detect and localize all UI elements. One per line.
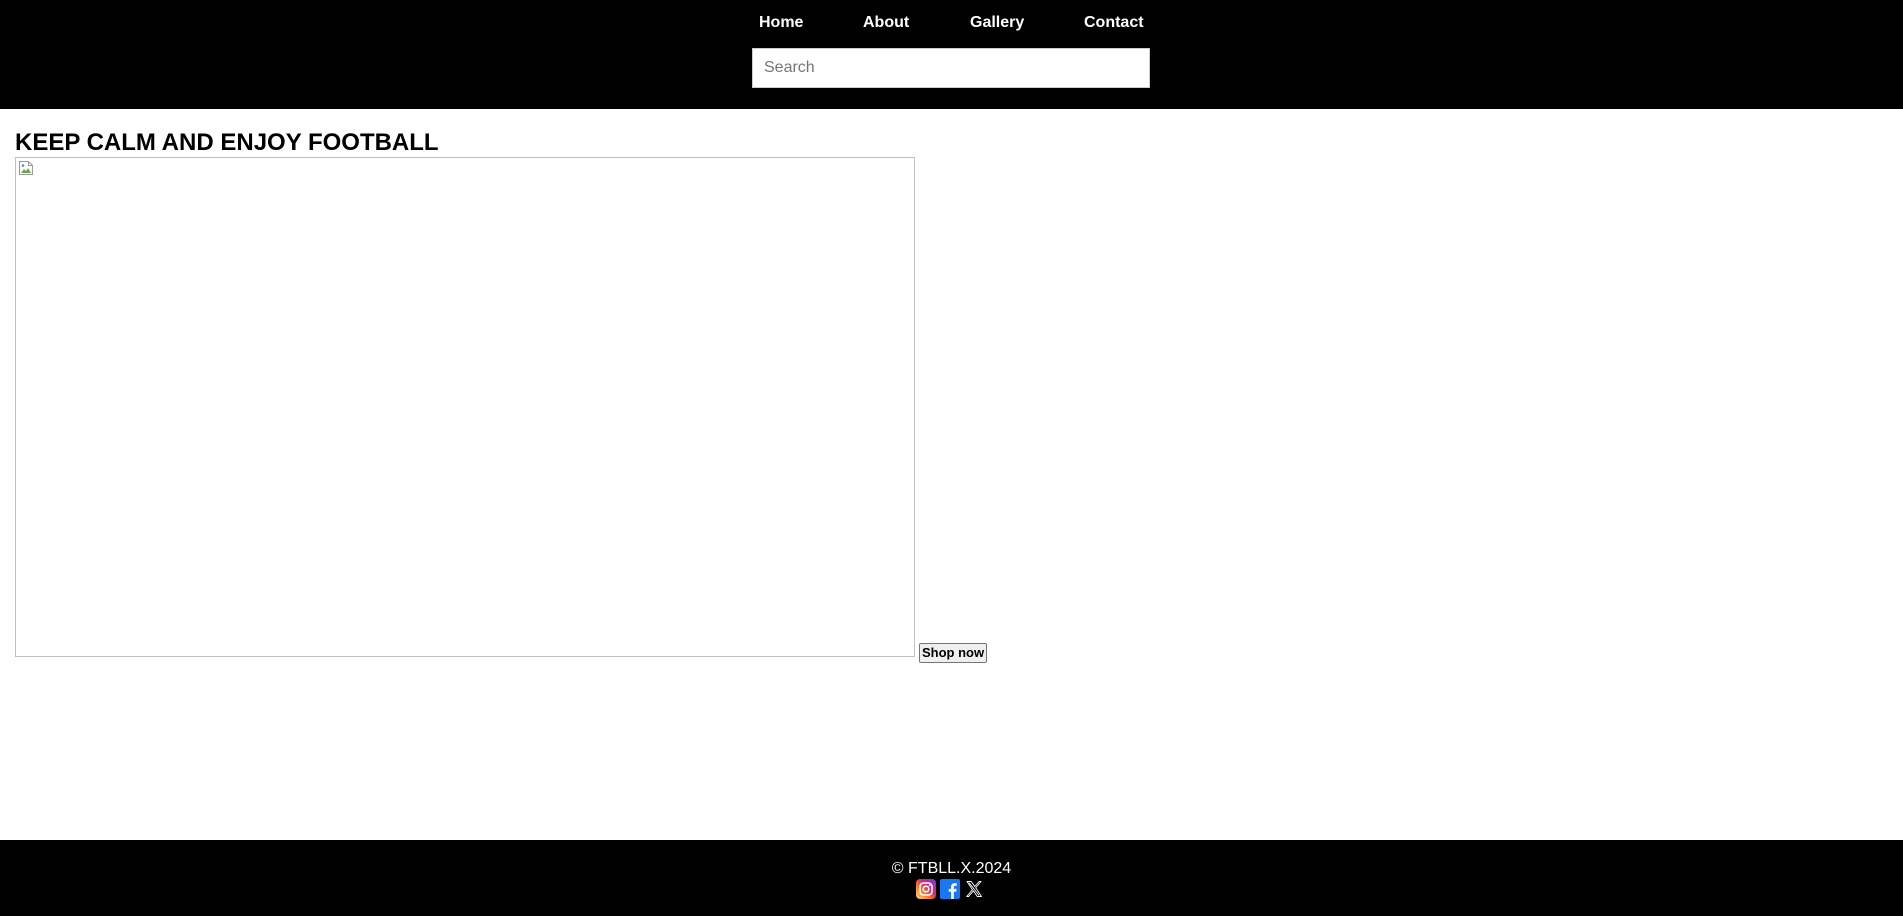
main-nav: Home About Gallery Contact (0, 13, 1903, 33)
instagram-icon[interactable] (916, 879, 936, 899)
shop-now-button[interactable]: Shop now (919, 643, 988, 663)
site-footer: © FTBLL.X.2024 (0, 840, 1903, 916)
copyright-text: © FTBLL.X.2024 (891, 860, 1012, 877)
search-input[interactable] (752, 48, 1150, 88)
broken-image-icon (19, 161, 33, 175)
nav-link-home[interactable]: Home (759, 13, 803, 33)
x-icon[interactable] (964, 879, 984, 899)
nav-link-gallery[interactable]: Gallery (970, 13, 1024, 33)
page-title: KEEP CALM AND ENJOY FOOTBALL (15, 129, 439, 156)
nav-link-contact[interactable]: Contact (1084, 13, 1144, 33)
site-header: Home About Gallery Contact (0, 0, 1903, 109)
nav-link-about[interactable]: About (863, 13, 909, 33)
hero-image (15, 157, 915, 657)
facebook-icon[interactable] (940, 879, 960, 899)
